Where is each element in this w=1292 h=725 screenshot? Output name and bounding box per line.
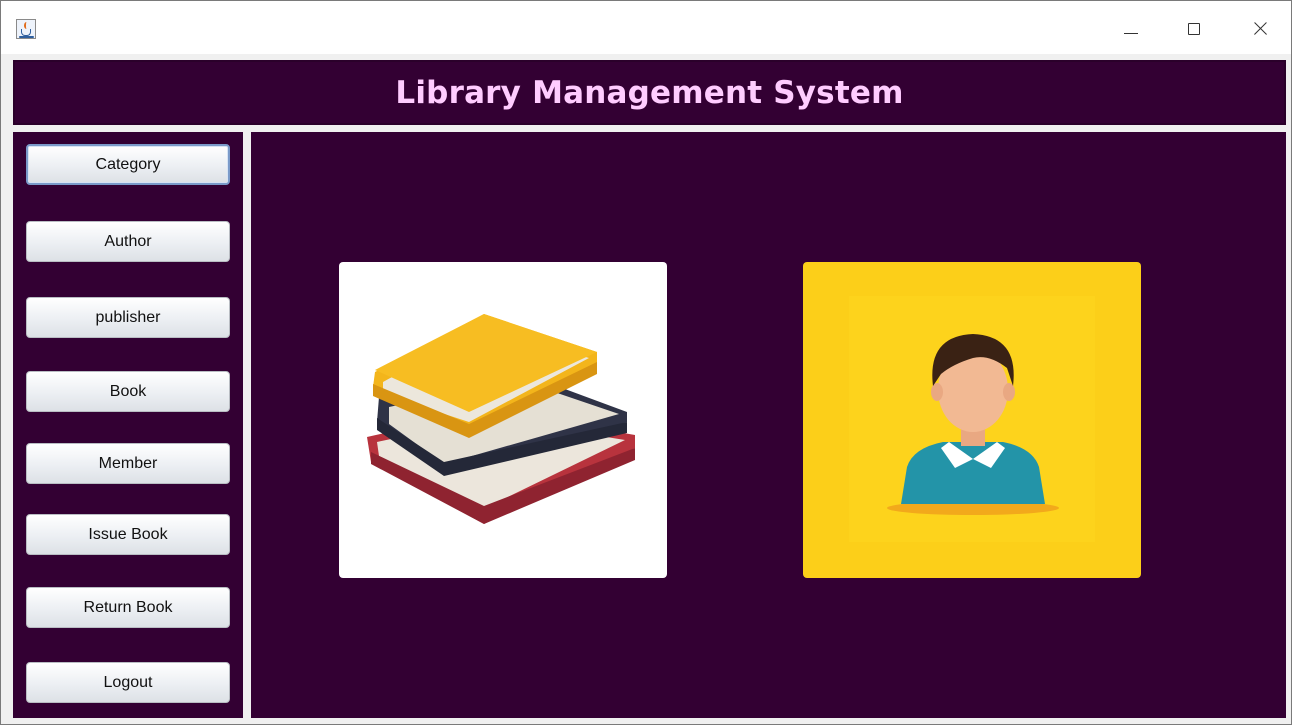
logout-button[interactable]: Logout xyxy=(26,662,230,703)
main-panel xyxy=(251,132,1286,718)
member-icon xyxy=(849,296,1095,542)
book-button[interactable]: Book xyxy=(26,371,230,412)
member-button[interactable]: Member xyxy=(26,443,230,484)
maximize-button[interactable] xyxy=(1171,11,1217,47)
maximize-icon xyxy=(1188,23,1200,35)
sidebar: Category Author publisher Book Member Is… xyxy=(13,132,243,718)
return-book-button[interactable]: Return Book xyxy=(26,587,230,628)
publisher-button[interactable]: publisher xyxy=(26,297,230,338)
minimize-button[interactable] xyxy=(1108,11,1154,47)
books-icon xyxy=(367,314,635,524)
issue-book-button[interactable]: Issue Book xyxy=(26,514,230,555)
app-window: Library Management System Category Autho… xyxy=(0,0,1292,725)
category-button[interactable]: Category xyxy=(26,144,230,185)
member-tile[interactable] xyxy=(803,262,1141,578)
header-panel: Library Management System xyxy=(13,60,1286,125)
page-title: Library Management System xyxy=(395,74,904,111)
books-tile[interactable] xyxy=(339,262,667,578)
author-button[interactable]: Author xyxy=(26,221,230,262)
close-button[interactable] xyxy=(1237,11,1283,47)
minimize-icon xyxy=(1124,33,1138,34)
java-coffee-icon xyxy=(16,19,36,39)
title-bar xyxy=(1,1,1291,54)
